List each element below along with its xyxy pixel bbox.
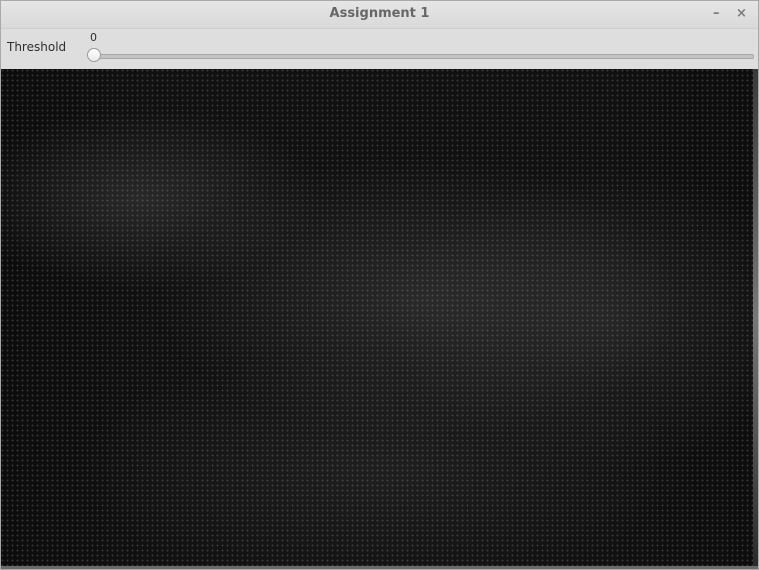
image-canvas bbox=[1, 69, 753, 568]
image-bottom-edge bbox=[1, 566, 758, 569]
window-title: Assignment 1 bbox=[329, 6, 430, 21]
threshold-slider-track[interactable] bbox=[94, 54, 754, 59]
trackbar-panel: Threshold 0 bbox=[1, 29, 758, 69]
close-icon[interactable]: × bbox=[736, 6, 747, 22]
threshold-slider-handle[interactable] bbox=[87, 48, 101, 62]
title-bar[interactable]: Assignment 1 – × bbox=[1, 1, 758, 29]
threshold-value: 0 bbox=[90, 31, 97, 44]
minimize-icon[interactable]: – bbox=[713, 6, 720, 22]
app-window: Assignment 1 – × Threshold 0 bbox=[0, 0, 759, 570]
threshold-label: Threshold bbox=[7, 40, 67, 54]
image-edge bbox=[753, 69, 758, 568]
